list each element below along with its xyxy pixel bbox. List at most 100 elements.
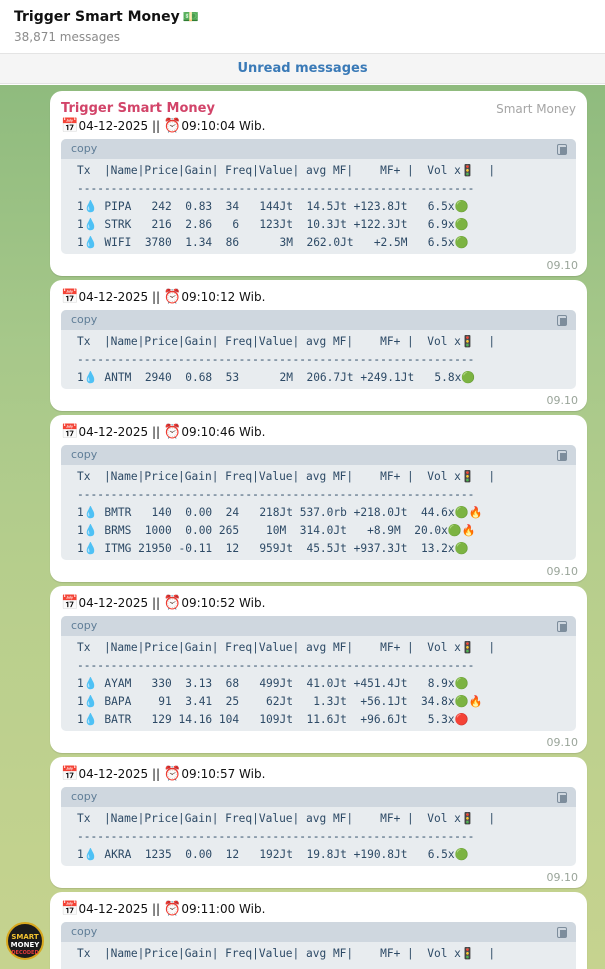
code-content[interactable]: Tx |Name|Price|Gain| Freq|Value| avg MF|… <box>61 942 576 969</box>
chat-wallpaper[interactable]: Trigger Smart Money Smart Money 📅04-12-2… <box>0 85 605 969</box>
code-block[interactable]: copy Tx |Name|Price|Gain| Freq|Value| av… <box>61 922 576 969</box>
message-bubble[interactable]: Trigger Smart Money Smart Money 📅04-12-2… <box>50 91 587 276</box>
message-clock-time: 09:10:46 Wib. <box>181 425 266 439</box>
message-dateline: 📅04-12-2025 || ⏰09:10:46 Wib. <box>61 424 265 440</box>
copy-icon[interactable] <box>557 450 567 461</box>
chat-title-text: Trigger Smart Money <box>14 9 180 25</box>
table-header-row: Tx |Name|Price|Gain| Freq|Value| avg MF|… <box>77 164 496 177</box>
message-date: 04-12-2025 <box>78 767 149 781</box>
avatar-text-2: MONEY <box>10 941 40 949</box>
alarm-clock-icon: ⏰ <box>163 424 182 440</box>
chat-title[interactable]: Trigger Smart Money 💵 <box>14 9 199 25</box>
code-content[interactable]: Tx |Name|Price|Gain| Freq|Value| avg MF|… <box>61 159 576 254</box>
message-bubble[interactable]: 📅04-12-2025 || ⏰09:10:52 Wib. copy Tx |N… <box>50 586 587 753</box>
table-divider: ----------------------------------------… <box>77 182 475 195</box>
table-divider: ----------------------------------------… <box>77 488 475 501</box>
alarm-clock-icon: ⏰ <box>163 766 182 782</box>
table-header-row: Tx |Name|Price|Gain| Freq|Value| avg MF|… <box>77 947 496 960</box>
table-divider: ----------------------------------------… <box>77 830 475 843</box>
separator: || <box>148 425 164 439</box>
message-date: 04-12-2025 <box>78 425 149 439</box>
message-clock-time: 09:10:12 Wib. <box>181 290 266 304</box>
message-count: 38,871 messages <box>14 30 120 44</box>
code-block-header: copy <box>61 787 576 807</box>
message-clock-time: 09:10:57 Wib. <box>181 767 266 781</box>
message-bubble[interactable]: 📅04-12-2025 || ⏰09:10:46 Wib. copy Tx |N… <box>50 415 587 582</box>
table-row: 1💧 ANTM 2940 0.68 53 2M 206.7Jt +249.1Jt… <box>77 371 476 384</box>
message-time: 09.10 <box>546 565 579 578</box>
table-header-row: Tx |Name|Price|Gain| Freq|Value| avg MF|… <box>77 335 496 348</box>
code-block-header: copy <box>61 922 576 942</box>
table-row: 1💧 AYAM 330 3.13 68 499Jt 41.0Jt +451.4J… <box>77 677 469 690</box>
message-bubble[interactable]: 📅04-12-2025 || ⏰09:10:12 Wib. copy Tx |N… <box>50 280 587 411</box>
calendar-icon: 📅 <box>61 901 79 917</box>
copy-icon[interactable] <box>557 621 567 632</box>
code-language-label: copy <box>71 448 98 461</box>
code-language-label: copy <box>71 142 98 155</box>
alarm-clock-icon: ⏰ <box>163 118 182 134</box>
code-block-header: copy <box>61 616 576 636</box>
code-block-header: copy <box>61 445 576 465</box>
message-dateline: 📅04-12-2025 || ⏰09:10:12 Wib. <box>61 289 265 305</box>
separator: || <box>148 596 164 610</box>
calendar-icon: 📅 <box>61 766 79 782</box>
table-header-row: Tx |Name|Price|Gain| Freq|Value| avg MF|… <box>77 641 496 654</box>
calendar-icon: 📅 <box>61 118 79 134</box>
calendar-icon: 📅 <box>61 424 79 440</box>
sender-name[interactable]: Trigger Smart Money <box>61 101 215 116</box>
table-divider: ----------------------------------------… <box>77 353 475 366</box>
message-time: 09.10 <box>546 259 579 272</box>
message-clock-time: 09:11:00 Wib. <box>181 902 266 916</box>
alarm-clock-icon: ⏰ <box>163 901 182 917</box>
code-content[interactable]: Tx |Name|Price|Gain| Freq|Value| avg MF|… <box>61 465 576 560</box>
calendar-icon: 📅 <box>61 289 79 305</box>
alarm-clock-icon: ⏰ <box>163 595 182 611</box>
table-row: 1💧 BATR 129 14.16 104 109Jt 11.6Jt +96.6… <box>77 713 469 726</box>
message-dateline: 📅04-12-2025 || ⏰09:10:52 Wib. <box>61 595 265 611</box>
message-date: 04-12-2025 <box>78 902 149 916</box>
separator: || <box>148 767 164 781</box>
avatar-text-3: DECODED <box>11 950 39 956</box>
calendar-icon: 📅 <box>61 595 79 611</box>
chat-header[interactable]: Trigger Smart Money 💵 38,871 messages <box>0 0 605 54</box>
message-dateline: 📅04-12-2025 || ⏰09:10:57 Wib. <box>61 766 265 782</box>
code-block-header: copy <box>61 139 576 159</box>
code-block[interactable]: copy Tx |Name|Price|Gain| Freq|Value| av… <box>61 445 576 560</box>
code-content[interactable]: Tx |Name|Price|Gain| Freq|Value| avg MF|… <box>61 807 576 866</box>
table-header-row: Tx |Name|Price|Gain| Freq|Value| avg MF|… <box>77 812 496 825</box>
table-row: 1💧 PIPA 242 0.83 34 144Jt 14.5Jt +123.8J… <box>77 200 469 213</box>
code-language-label: copy <box>71 925 98 938</box>
table-divider: ----------------------------------------… <box>77 659 475 672</box>
table-row: 1💧 BMTR 140 0.00 24 218Jt 537.0rb +218.0… <box>77 506 483 519</box>
code-block[interactable]: copy Tx |Name|Price|Gain| Freq|Value| av… <box>61 787 576 866</box>
copy-icon[interactable] <box>557 144 567 155</box>
separator: || <box>148 119 164 133</box>
code-block[interactable]: copy Tx |Name|Price|Gain| Freq|Value| av… <box>61 616 576 731</box>
code-block[interactable]: copy Tx |Name|Price|Gain| Freq|Value| av… <box>61 139 576 254</box>
message-time: 09.10 <box>546 394 579 407</box>
table-row: 1💧 AKRA 1235 0.00 12 192Jt 19.8Jt +190.8… <box>77 848 469 861</box>
message-clock-time: 09:10:52 Wib. <box>181 596 266 610</box>
separator: || <box>148 290 164 304</box>
message-clock-time: 09:10:04 Wib. <box>181 119 266 133</box>
message-bubble[interactable]: 📅04-12-2025 || ⏰09:11:00 Wib. copy Tx |N… <box>50 892 587 969</box>
copy-icon[interactable] <box>557 927 567 938</box>
table-row: 1💧 STRK 216 2.86 6 123Jt 10.3Jt +122.3Jt… <box>77 218 469 231</box>
table-header-row: Tx |Name|Price|Gain| Freq|Value| avg MF|… <box>77 470 496 483</box>
admin-badge: Smart Money <box>496 102 576 116</box>
copy-icon[interactable] <box>557 792 567 803</box>
table-row: 1💧 BAPA 91 3.41 25 62Jt 1.3Jt +56.1Jt 34… <box>77 695 483 708</box>
message-bubble[interactable]: 📅04-12-2025 || ⏰09:10:57 Wib. copy Tx |N… <box>50 757 587 888</box>
separator: || <box>148 902 164 916</box>
table-row: 1💧 ITMG 21950 -0.11 12 959Jt 45.5Jt +937… <box>77 542 469 555</box>
code-language-label: copy <box>71 790 98 803</box>
table-row: 1💧 BRMS 1000 0.00 265 10M 314.0Jt +8.9M … <box>77 524 476 537</box>
code-content[interactable]: Tx |Name|Price|Gain| Freq|Value| avg MF|… <box>61 636 576 731</box>
message-date: 04-12-2025 <box>78 290 149 304</box>
code-block[interactable]: copy Tx |Name|Price|Gain| Freq|Value| av… <box>61 310 576 389</box>
channel-avatar[interactable]: SMART MONEY DECODED <box>6 922 44 960</box>
code-content[interactable]: Tx |Name|Price|Gain| Freq|Value| avg MF|… <box>61 330 576 389</box>
message-date: 04-12-2025 <box>78 119 149 133</box>
table-row: 1💧 WIFI 3780 1.34 86 3M 262.0Jt +2.5M 6.… <box>77 236 469 249</box>
copy-icon[interactable] <box>557 315 567 326</box>
